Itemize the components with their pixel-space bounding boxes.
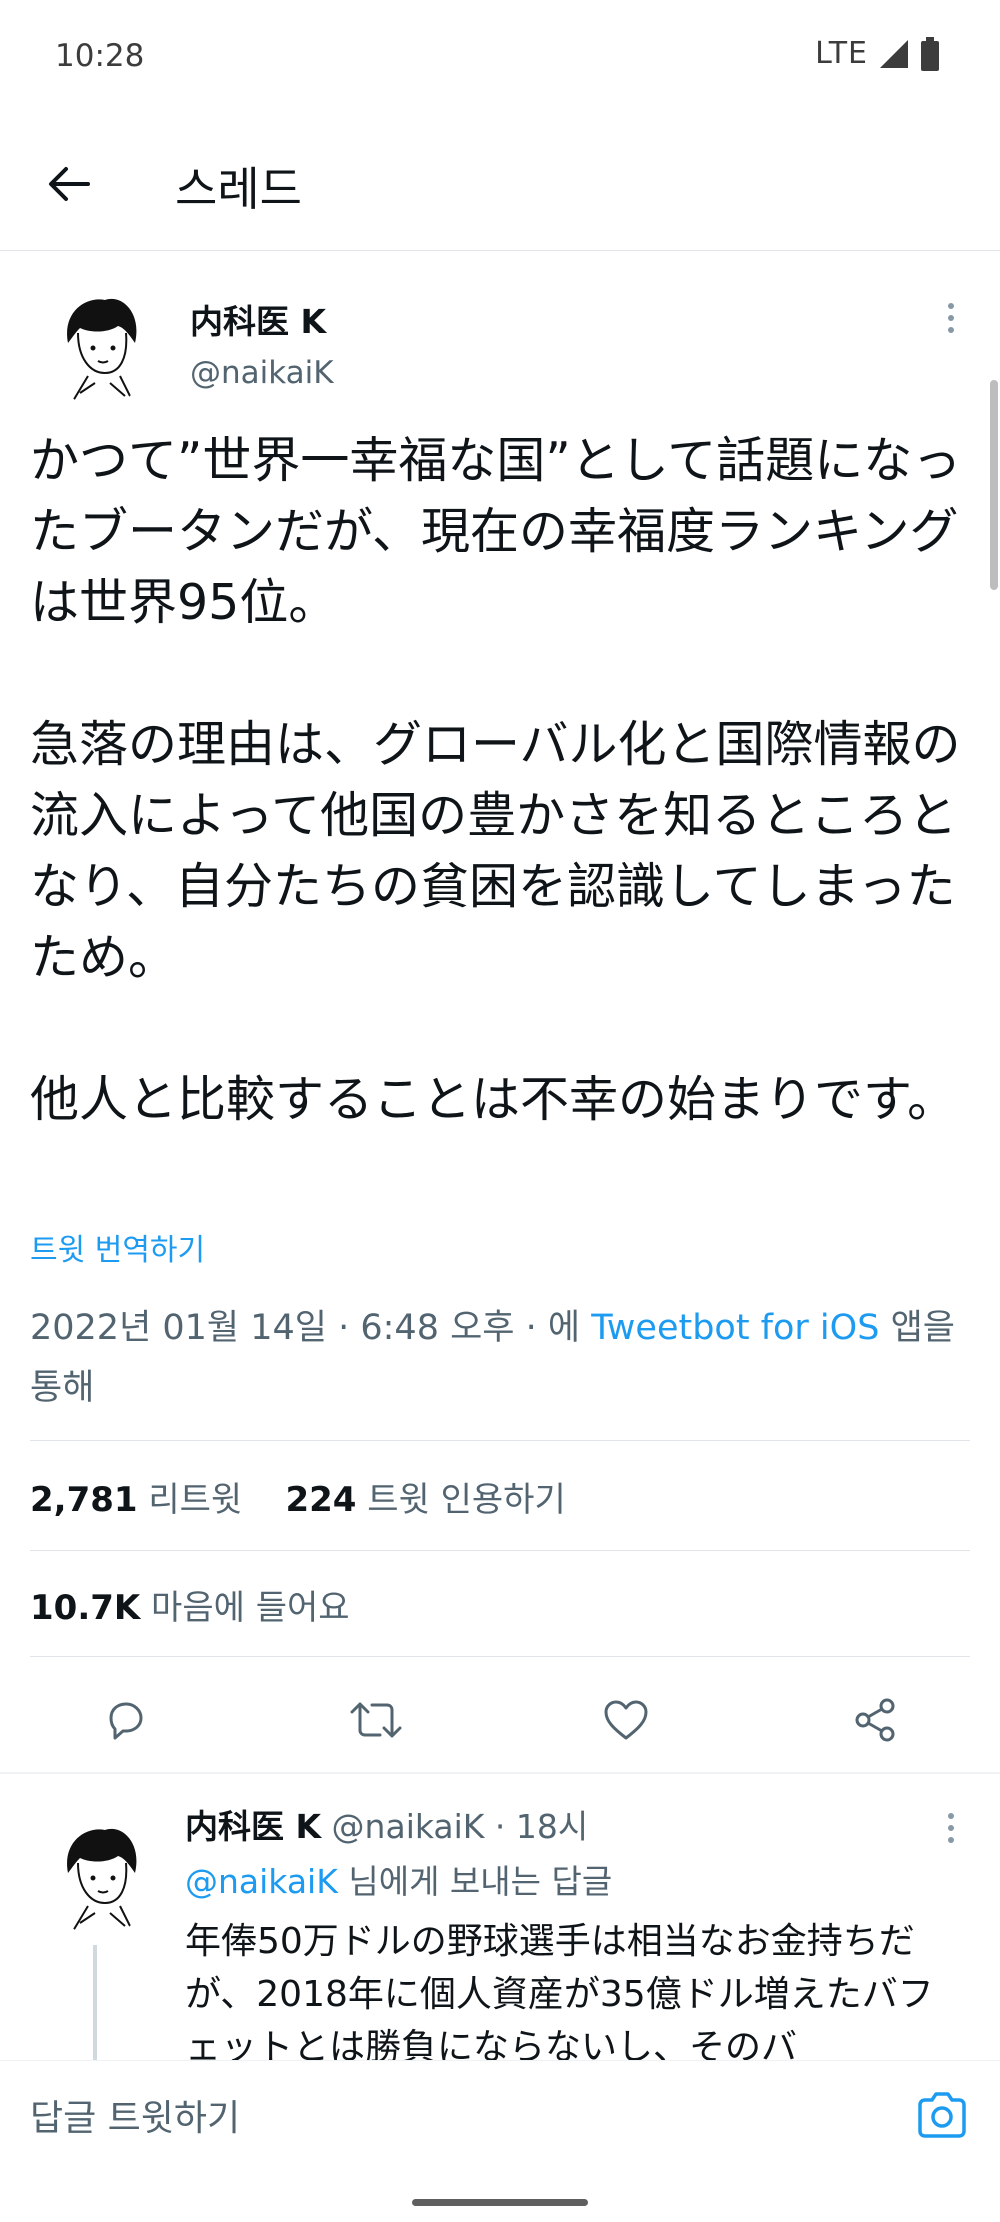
quotes-count: 224 xyxy=(285,1480,357,1520)
reply-text: 年俸50万ドルの野球選手は相当なお金持ちだが、2018年に個人資産が35億ドル増… xyxy=(185,1921,934,2068)
retweet-icon xyxy=(350,1702,402,1738)
quotes-label: 트윗 인용하기 xyxy=(367,1480,566,1520)
camera-button[interactable] xyxy=(914,2087,970,2143)
tweet-paragraph: かつて”世界一幸福な国”として話題になったブータンだが、現在の幸福度ランキングは… xyxy=(30,432,962,631)
source-app-link[interactable]: Tweetbot for iOS xyxy=(591,1308,879,1348)
camera-icon xyxy=(918,2092,966,2138)
reply-author-meta: @naikaiK · 18시 xyxy=(321,1807,589,1846)
reply-author-avatar[interactable] xyxy=(50,1818,150,1938)
reply-tweet[interactable]: 内科医 K @naikaiK · 18시 @naikaiK 님에게 보내는 답글… xyxy=(0,1790,1000,2068)
more-vertical-icon xyxy=(948,1813,954,1843)
network-type: LTE xyxy=(815,36,868,71)
divider xyxy=(30,1440,970,1441)
retweets-stat[interactable]: 2,781 리트윗 xyxy=(30,1480,242,1520)
thread-line xyxy=(93,1945,97,2065)
status-time: 10:28 xyxy=(55,38,145,74)
arrow-left-icon xyxy=(49,167,90,201)
reply-more-options-button[interactable] xyxy=(936,1810,966,1850)
tweet-text: かつて”世界一幸福な国”として話題になったブータンだが、現在の幸福度ランキングは… xyxy=(30,425,975,1206)
divider xyxy=(0,1772,1000,1774)
share-button[interactable] xyxy=(845,1690,905,1750)
reply-input[interactable]: 답글 트윗하기 xyxy=(30,2089,240,2141)
author-handle[interactable]: @naikaiK xyxy=(190,355,334,391)
page-title: 스레드 xyxy=(175,162,302,216)
tweet-paragraph: 急落の理由は、グローバル化と国際情報の流入によって他国の豊かさを知るところとなり… xyxy=(30,716,961,986)
tweet-action-bar xyxy=(0,1680,1000,1760)
retweets-count: 2,781 xyxy=(30,1480,138,1520)
likes-stat[interactable]: 10.7K 마음에 들어요 xyxy=(30,1580,350,1629)
avatar-illustration-icon xyxy=(50,1818,150,1938)
more-vertical-icon xyxy=(948,303,954,333)
tweet-timestamp: 2022년 01월 14일 · 6:48 오후 · 에 xyxy=(30,1308,592,1348)
replying-to: @naikaiK 님에게 보내는 답글 xyxy=(185,1855,612,1903)
reply-to-label: 님에게 보내는 답글 xyxy=(337,1862,613,1901)
top-app-bar: 스레드 xyxy=(0,115,1000,251)
reply-to-mention[interactable]: @naikaiK xyxy=(185,1862,338,1901)
heart-icon xyxy=(604,1700,648,1740)
home-indicator[interactable] xyxy=(412,2199,588,2206)
status-icons: LTE xyxy=(815,36,940,71)
reply-header: 内科医 K @naikaiK · 18시 xyxy=(185,1800,588,1848)
divider xyxy=(30,1550,970,1551)
divider xyxy=(30,1656,970,1657)
like-button[interactable] xyxy=(596,1690,656,1750)
more-options-button[interactable] xyxy=(936,300,966,340)
translate-tweet-link[interactable]: 트윗 번역하기 xyxy=(30,1225,205,1269)
back-button[interactable] xyxy=(44,159,94,209)
avatar-illustration-icon xyxy=(50,288,150,408)
likes-count: 10.7K xyxy=(30,1588,141,1628)
scrollbar[interactable] xyxy=(990,380,998,590)
quotes-stat[interactable]: 224 트윗 인용하기 xyxy=(285,1480,565,1520)
retweet-button[interactable] xyxy=(346,1690,406,1750)
retweet-stats: 2,781 리트윗 224 트윗 인용하기 xyxy=(30,1472,566,1521)
reply-author-name[interactable]: 内科医 K xyxy=(185,1807,321,1846)
author-name[interactable]: 内科医 K xyxy=(190,295,326,343)
reply-button[interactable] xyxy=(95,1690,155,1750)
share-icon xyxy=(855,1698,895,1742)
battery-icon xyxy=(921,36,939,71)
signal-icon xyxy=(880,39,908,68)
likes-label: 마음에 들어요 xyxy=(151,1588,350,1628)
tweet-paragraph: 他人と比較することは不幸の始まりです。 xyxy=(30,1071,957,1128)
reply-compose-bar[interactable]: 답글 트윗하기 xyxy=(0,2060,1000,2173)
tweet-meta: 2022년 01월 14일 · 6:48 오후 · 에 Tweetbot for… xyxy=(30,1298,970,1418)
author-avatar[interactable] xyxy=(50,288,150,408)
retweets-label: 리트윗 xyxy=(148,1480,243,1520)
reply-icon xyxy=(109,1702,143,1740)
status-bar: 10:28 LTE xyxy=(0,0,1000,115)
